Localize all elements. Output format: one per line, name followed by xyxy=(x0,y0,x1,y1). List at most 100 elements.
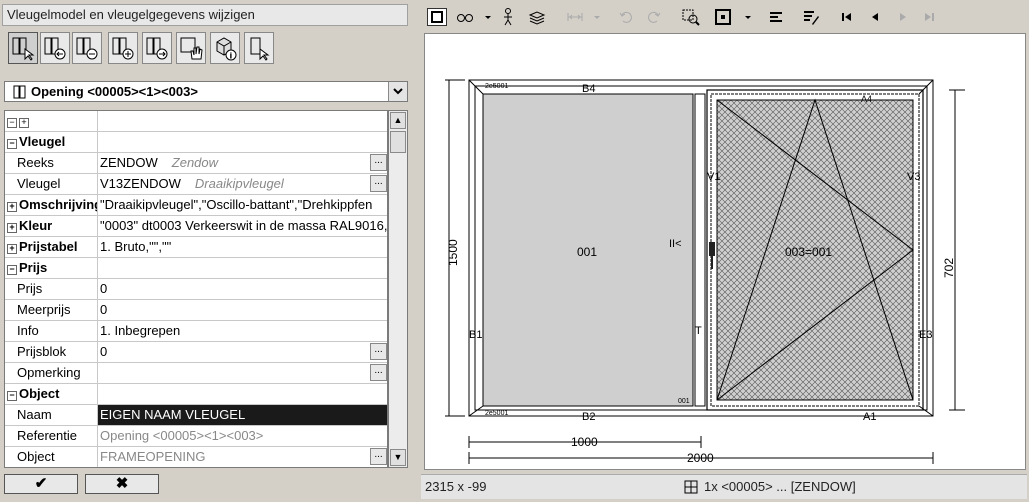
glasses-dropdown[interactable] xyxy=(483,7,493,27)
scroll-thumb[interactable] xyxy=(390,131,406,153)
property-row[interactable]: Naam EIGEN NAAM VLEUGEL xyxy=(5,405,387,426)
property-label-text: Prijsblok xyxy=(17,344,67,359)
property-value-text: 0 xyxy=(100,302,108,317)
dim-width-partial: 1000 xyxy=(571,435,598,449)
sash-add-button[interactable] xyxy=(108,32,138,64)
prev-button[interactable] xyxy=(867,7,883,27)
property-label-text: Prijs xyxy=(19,260,48,275)
expand-icon[interactable]: + xyxy=(7,244,17,254)
opening-selector[interactable]: Opening <00005><1><003> xyxy=(4,81,408,102)
property-label-text: Object xyxy=(17,449,55,464)
property-value[interactable] xyxy=(98,384,387,404)
label-a4: A4 xyxy=(861,94,872,104)
scroll-down-button[interactable]: ▼ xyxy=(390,449,406,466)
category-row[interactable]: − Object xyxy=(5,384,387,405)
property-row[interactable]: Info 1. Inbegrepen xyxy=(5,321,387,342)
scroll-up-button[interactable]: ▲ xyxy=(390,112,406,129)
collapse-icon[interactable]: − xyxy=(7,391,17,401)
property-value[interactable] xyxy=(98,363,387,383)
hand-select-button[interactable] xyxy=(176,32,206,64)
next-button[interactable] xyxy=(895,7,911,27)
property-row[interactable]: Meerprijs 0 xyxy=(5,300,387,321)
property-value[interactable]: V13ZENDOW Draaikipvleugel xyxy=(98,174,387,194)
property-row[interactable]: Object FRAMEOPENING... xyxy=(5,447,387,467)
property-value[interactable]: 1. Inbegrepen xyxy=(98,321,387,341)
first-button[interactable] xyxy=(839,7,855,27)
align-button[interactable] xyxy=(767,7,785,27)
tag-fixed-br: 001 xyxy=(678,398,690,405)
property-value[interactable]: FRAMEOPENING xyxy=(98,447,387,467)
category-row[interactable]: − Vleugel xyxy=(5,132,387,153)
view-mode-button[interactable] xyxy=(713,7,733,27)
collapse-icon[interactable]: − xyxy=(7,139,17,149)
property-value[interactable] xyxy=(98,132,387,152)
person-button[interactable] xyxy=(499,7,517,27)
category-row[interactable]: − Prijs xyxy=(5,258,387,279)
edit-list-button[interactable] xyxy=(801,7,821,27)
property-value[interactable]: 0 xyxy=(98,279,387,299)
redo-button[interactable] xyxy=(645,7,663,27)
property-label: − Object xyxy=(5,384,98,404)
property-value[interactable]: 0 xyxy=(98,300,387,320)
collapse-all-icon[interactable]: − xyxy=(7,118,17,128)
zoom-window-button[interactable] xyxy=(681,7,701,27)
sash-pointer-button[interactable] xyxy=(244,32,274,64)
layers-button[interactable] xyxy=(527,7,547,27)
select-sash-button[interactable] xyxy=(8,32,38,64)
category-row[interactable]: + Kleur "0003" dt0003 Verkeerswit in de ma… xyxy=(5,216,387,237)
property-label: Opmerking xyxy=(5,363,98,383)
property-row[interactable]: Prijsblok 0... xyxy=(5,342,387,363)
property-label: Info xyxy=(5,321,98,341)
property-value[interactable]: 0 xyxy=(98,342,387,362)
ellipsis-button[interactable]: ... xyxy=(370,175,387,192)
collapse-icon[interactable]: − xyxy=(7,265,17,275)
sash-minus-icon xyxy=(76,37,98,60)
property-value[interactable]: ZENDOW Zendow xyxy=(98,153,387,173)
property-label-text: Omschrijving xyxy=(19,197,98,212)
measure-button[interactable] xyxy=(565,7,585,27)
category-row[interactable]: + Omschrijving "Draaikipvleugel","Oscillo-… xyxy=(5,195,387,216)
property-value[interactable]: Opening <00005><1><003> xyxy=(98,426,387,446)
property-value[interactable]: 1. Bruto,"","" xyxy=(98,237,387,257)
ellipsis-button[interactable]: ... xyxy=(370,364,387,381)
last-button[interactable] xyxy=(921,7,937,27)
property-value[interactable] xyxy=(98,258,387,278)
frame-view-button[interactable] xyxy=(427,8,447,26)
property-row[interactable]: Vleugel V13ZENDOW Draaikipvleugel... xyxy=(5,174,387,195)
property-row[interactable]: Prijs 0 xyxy=(5,279,387,300)
property-row[interactable]: Reeks ZENDOW Zendow... xyxy=(5,153,387,174)
mullion[interactable] xyxy=(694,93,706,407)
dim-sash-height: 702 xyxy=(942,258,956,278)
property-value[interactable]: "0003" dt0003 Verkeerswit in de massa RA… xyxy=(98,216,387,236)
dim-width-total: 2000 xyxy=(687,451,714,465)
chevron-down-icon xyxy=(393,88,403,95)
ellipsis-button[interactable]: ... xyxy=(370,448,387,465)
ellipsis-button[interactable]: ... xyxy=(370,343,387,360)
glasses-button[interactable] xyxy=(455,7,475,27)
sash-prev-button[interactable] xyxy=(40,32,70,64)
property-row[interactable]: Opmerking... xyxy=(5,363,387,384)
property-grid: − + − Vleugel Reeks ZENDOW Zendow... Vleugel V1… xyxy=(4,110,388,468)
ellipsis-button[interactable]: ... xyxy=(370,154,387,171)
cancel-button[interactable]: ✖ xyxy=(85,474,159,494)
expand-icon[interactable]: + xyxy=(7,202,17,212)
sash-next-button[interactable] xyxy=(142,32,172,64)
property-hint: Zendow xyxy=(171,155,219,170)
dropdown-button[interactable] xyxy=(388,82,407,101)
property-value[interactable]: EIGEN NAAM VLEUGEL xyxy=(98,405,387,425)
property-label: − Prijs xyxy=(5,258,98,278)
grid-scrollbar[interactable]: ▲ ▼ xyxy=(388,110,408,468)
view-mode-dropdown[interactable] xyxy=(743,7,753,27)
ok-button[interactable]: ✔ xyxy=(4,474,78,494)
sash-remove-button[interactable] xyxy=(72,32,102,64)
object-info-button[interactable]: i xyxy=(210,32,240,64)
drawing-canvas[interactable]: B4 B2 B1 E3 A1 A4 V1 V3 T 001 003=001 II… xyxy=(424,33,1026,470)
expand-icon[interactable]: + xyxy=(7,223,17,233)
undo-button[interactable] xyxy=(617,7,635,27)
expand-all-icon[interactable]: + xyxy=(19,118,29,128)
grid-header-expand[interactable]: − + xyxy=(5,111,98,131)
category-row[interactable]: + Prijstabel 1. Bruto,"","" xyxy=(5,237,387,258)
property-value[interactable]: "Draaikipvleugel","Oscillo-battant","Dre… xyxy=(98,195,387,215)
measure-dropdown[interactable] xyxy=(592,7,602,27)
property-row[interactable]: Referentie Opening <00005><1><003> xyxy=(5,426,387,447)
